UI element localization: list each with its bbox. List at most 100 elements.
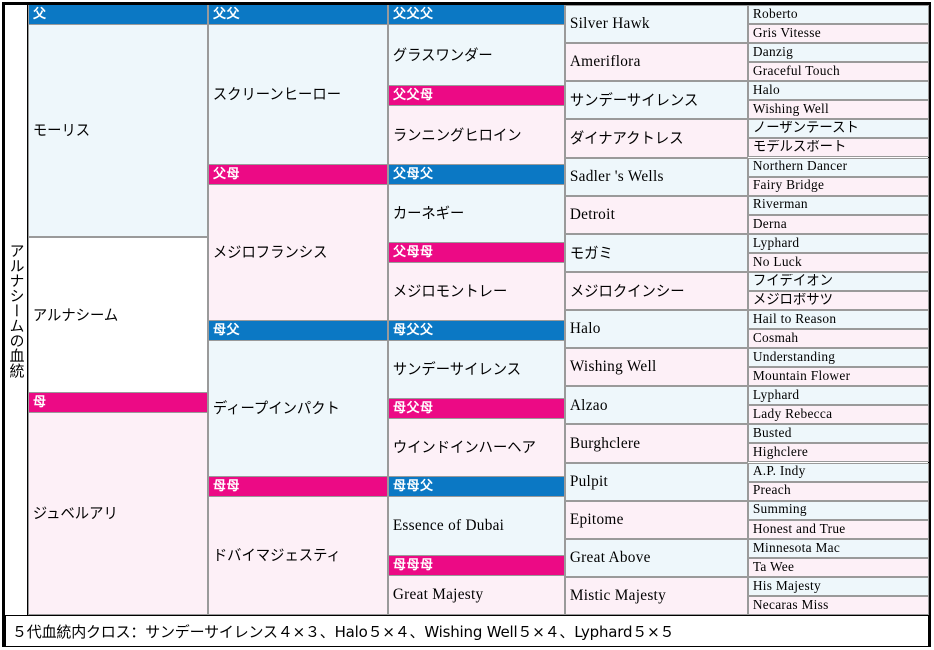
cell-gen3-sds[interactable]: カーネギー (388, 184, 565, 243)
header-gen3-dds: 母母父 (388, 477, 565, 496)
cell-gen3-ssd[interactable]: ランニングヒロイン (388, 105, 565, 165)
cell-gen5-2[interactable]: Gris Vitesse (748, 24, 929, 44)
cell-gen4-7[interactable]: モガミ (565, 233, 748, 272)
cell-gen5-25[interactable]: A.P. Indy (748, 462, 929, 482)
cell-gen5-17[interactable]: Hail to Reason (748, 310, 929, 330)
cell-gen5-21-name: Lyphard (752, 388, 800, 404)
cell-gen4-13-name: Pulpit (569, 472, 609, 490)
cell-gen2-ds[interactable]: ディープインパクト (208, 340, 388, 477)
header-gen1-dam: 母 (28, 393, 208, 412)
cell-gen5-29[interactable]: Minnesota Mac (748, 538, 929, 558)
cell-gen3-dss[interactable]: サンデーサイレンス (388, 340, 565, 399)
header-gen3-ddd-label: 母母母 (393, 558, 434, 573)
cell-gen1-sire-name: モーリス (32, 122, 91, 139)
cell-gen5-3-name: Danzig (752, 44, 794, 60)
cell-gen4-5[interactable]: Sadler 's Wells (565, 157, 748, 196)
pedigree-chart: アルナシームの血統 父 モーリス アルナシーム 母 ジュベルアリ 父父 スクリー… (0, 0, 934, 650)
cell-gen5-23-name: Busted (752, 426, 792, 442)
cell-gen1-dam[interactable]: ジュベルアリ (28, 412, 208, 615)
cell-gen4-8[interactable]: メジロクインシー (565, 271, 748, 310)
cell-gen5-1[interactable]: Roberto (748, 5, 929, 25)
cell-gen5-16[interactable]: メジロボサツ (748, 290, 929, 310)
cell-gen5-12[interactable]: Derna (748, 214, 929, 234)
cell-gen4-7-name: モガミ (569, 244, 613, 262)
cell-gen1-dam-name: ジュベルアリ (32, 505, 118, 522)
header-gen3-dss: 母父父 (388, 321, 565, 340)
cell-gen5-10[interactable]: Fairy Bridge (748, 176, 929, 196)
cell-gen4-4[interactable]: ダイナアクトレス (565, 119, 748, 158)
cell-gen5-1-name: Roberto (752, 6, 798, 22)
cell-gen5-31[interactable]: His Majesty (748, 576, 929, 596)
cell-gen5-27[interactable]: Summing (748, 500, 929, 520)
cell-gen5-19[interactable]: Understanding (748, 348, 929, 368)
cell-gen4-16[interactable]: Mistic Majesty (565, 576, 748, 615)
cell-gen5-27-name: Summing (752, 502, 807, 518)
cell-gen4-11[interactable]: Alzao (565, 386, 748, 425)
cell-gen5-7[interactable]: ノーザンテースト (748, 119, 929, 139)
header-gen1-sire-label: 父 (33, 7, 47, 22)
cell-gen5-16-name: メジロボサツ (752, 292, 834, 308)
cell-gen5-5[interactable]: Halo (748, 81, 929, 101)
cell-gen5-28[interactable]: Honest and True (748, 519, 929, 539)
cell-gen4-10[interactable]: Wishing Well (565, 348, 748, 387)
cell-gen5-7-name: ノーザンテースト (752, 121, 859, 137)
cell-gen5-13[interactable]: Lyphard (748, 233, 929, 253)
cell-gen5-19-name: Understanding (752, 349, 836, 365)
cell-gen3-dsd[interactable]: ウインドインハーヘア (388, 418, 565, 477)
cell-gen3-dds[interactable]: Essence of Dubai (388, 496, 565, 556)
cell-gen2-sd[interactable]: メジロフランシス (208, 184, 388, 321)
cell-gen5-18-name: Cosmah (752, 330, 799, 346)
cell-gen5-9[interactable]: Northern Dancer (748, 157, 929, 177)
cell-gen5-26[interactable]: Preach (748, 481, 929, 501)
cell-gen5-8[interactable]: モデルスポート (748, 138, 929, 158)
cell-gen4-14[interactable]: Epitome (565, 500, 748, 539)
cell-subject[interactable]: アルナシーム (28, 237, 208, 393)
cell-gen5-30[interactable]: Ta Wee (748, 557, 929, 577)
cell-gen4-12[interactable]: Burghclere (565, 424, 748, 463)
cell-gen3-ddd[interactable]: Great Majesty (388, 575, 565, 615)
cell-gen3-sss[interactable]: グラスワンダー (388, 24, 565, 86)
generation-1-column: 父 モーリス アルナシーム 母 ジュベルアリ (28, 5, 208, 615)
cell-gen5-8-name: モデルスポート (752, 140, 847, 156)
cell-gen4-3[interactable]: サンデーサイレンス (565, 81, 748, 120)
cell-gen3-sdd[interactable]: メジロモントレー (388, 262, 565, 321)
cell-gen4-10-name: Wishing Well (569, 358, 657, 376)
cell-gen5-32[interactable]: Necaras Miss (748, 595, 929, 615)
cell-gen5-23[interactable]: Busted (748, 424, 929, 444)
cell-gen3-ssd-name: ランニングヒロイン (392, 126, 522, 144)
cell-gen5-15[interactable]: フイデイオン (748, 271, 929, 291)
cell-gen4-9[interactable]: Halo (565, 310, 748, 349)
cell-gen5-4-name: Graceful Touch (752, 64, 840, 80)
cell-gen4-2[interactable]: Ameriflora (565, 43, 748, 82)
cell-gen5-5-name: Halo (752, 83, 780, 99)
header-gen2-dd-label: 母母 (213, 479, 241, 494)
cell-gen5-11[interactable]: Riverman (748, 195, 929, 215)
cell-gen1-sire[interactable]: モーリス (28, 24, 208, 237)
cell-gen5-22[interactable]: Lady Rebecca (748, 405, 929, 425)
cell-gen5-20[interactable]: Mountain Flower (748, 367, 929, 387)
cell-gen5-6[interactable]: Wishing Well (748, 100, 929, 120)
cell-gen4-15[interactable]: Great Above (565, 538, 748, 577)
generation-4-column: Silver Hawk Ameriflora サンデーサイレンスダイナアクトレス Sa… (565, 5, 748, 615)
pedigree-vertical-title: アルナシームの血統 (5, 5, 28, 615)
cell-gen5-4[interactable]: Graceful Touch (748, 62, 929, 82)
cell-gen5-21[interactable]: Lyphard (748, 386, 929, 406)
cell-gen4-1[interactable]: Silver Hawk (565, 5, 748, 44)
cell-gen2-dd[interactable]: ドバイマジェスティ (208, 496, 388, 615)
cell-gen4-4-name: ダイナアクトレス (569, 130, 684, 147)
cell-gen4-11-name: Alzao (569, 396, 608, 414)
cell-gen2-ss[interactable]: スクリーンヒーロー (208, 24, 388, 165)
cell-gen5-24[interactable]: Highclere (748, 443, 929, 463)
cell-gen5-14[interactable]: No Luck (748, 252, 929, 272)
cell-gen4-13[interactable]: Pulpit (565, 462, 748, 501)
cell-gen5-17-name: Hail to Reason (752, 311, 837, 327)
cell-gen5-26-name: Preach (752, 483, 791, 499)
cell-subject-name: アルナシーム (32, 306, 119, 324)
cell-gen5-3[interactable]: Danzig (748, 43, 929, 63)
header-gen2-ds: 母父 (208, 321, 388, 340)
cell-gen3-sss-name: グラスワンダー (392, 46, 493, 64)
header-gen2-ss-label: 父父 (213, 7, 241, 22)
cell-gen4-6[interactable]: Detroit (565, 195, 748, 234)
cell-gen5-18[interactable]: Cosmah (748, 329, 929, 349)
header-gen2-ss: 父父 (208, 5, 388, 24)
